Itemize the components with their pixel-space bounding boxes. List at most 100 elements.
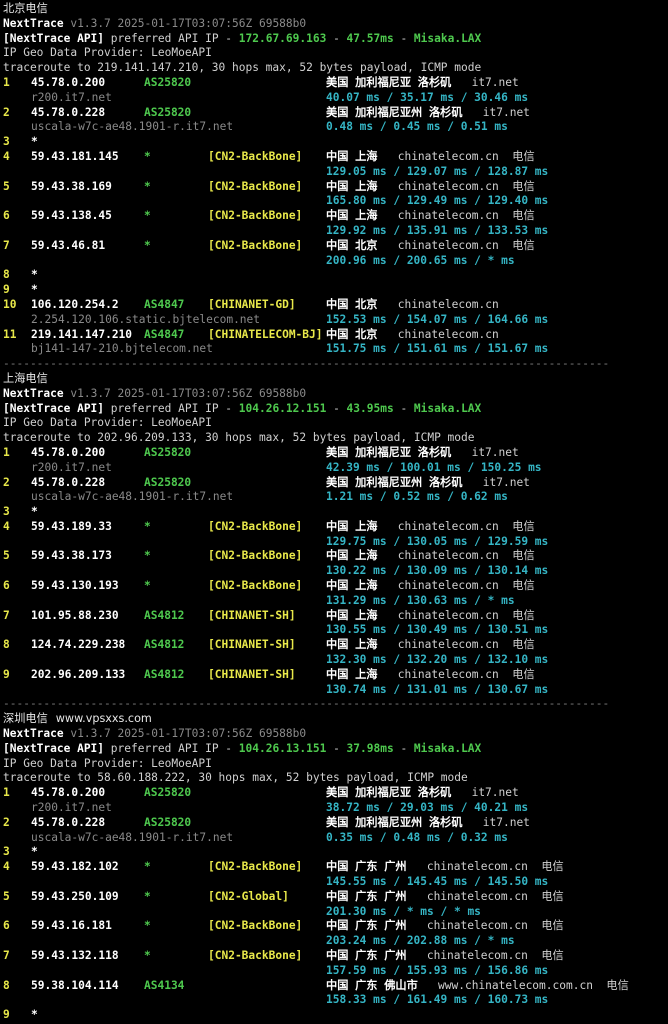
hop-number: 9	[3, 667, 10, 681]
hop-location: 中国 上海	[326, 149, 378, 163]
hop-asn: *	[144, 149, 151, 163]
hop-location: 中国 北京	[326, 327, 378, 341]
app-version: v1.3.7 2025-01-17T03:07:56Z 69588b0	[70, 727, 307, 741]
section-title: 北京电信	[3, 2, 668, 17]
hop-row: 3 *	[3, 505, 668, 520]
hop-rtt: 129.75 ms / 130.05 ms / 129.59 ms	[326, 534, 549, 548]
hop-tag: [CN2-BackBone]	[208, 860, 303, 874]
hop-detail-row: uscala-w7c-ae48.1901-r.it7.net 0.48 ms / …	[3, 120, 668, 135]
hop-ip: 59.43.38.169	[31, 179, 112, 193]
hop-detail-row: r200.it7.net 40.07 ms / 35.17 ms / 30.46 …	[3, 91, 668, 106]
hop-detail-row: 130.55 ms / 130.49 ms / 130.51 ms	[3, 623, 668, 638]
hop-rtt: 151.75 ms / 151.61 ms / 151.67 ms	[326, 342, 549, 356]
hop-location: 美国 加利福尼亚州 洛杉矶	[326, 815, 463, 829]
hop-domain: chinatelecom.cn	[426, 949, 528, 962]
hop-ip: *	[31, 135, 38, 149]
api-node: Misaka.LAX	[413, 741, 482, 755]
hop-asn: *	[144, 238, 151, 252]
hop-domain: chinatelecom.cn	[397, 519, 499, 533]
hop-carrier: 电信	[512, 149, 535, 163]
hop-location: 中国 北京	[326, 297, 378, 311]
section-title-text: 上海电信	[3, 371, 48, 385]
hop-ip: 59.43.250.109	[31, 889, 119, 903]
hop-domain: chinatelecom.cn	[397, 327, 499, 341]
hop-tag: [CHINANET-GD]	[208, 297, 296, 311]
hop-number: 7	[3, 238, 10, 252]
hop-geo: 美国 加利福尼亚 洛杉矶 it7.net	[326, 446, 519, 461]
hop-number: 3	[3, 135, 10, 149]
hop-number: 2	[3, 105, 10, 119]
api-mid: preferred API IP -	[104, 31, 239, 45]
hop-rtt: 203.24 ms / 202.88 ms / * ms	[326, 934, 515, 948]
hop-ip: 45.78.0.200	[31, 786, 106, 800]
hop-hostname	[3, 653, 326, 668]
hop-hostname	[3, 165, 326, 180]
hop-detail-row: 132.30 ms / 132.20 ms / 132.10 ms	[3, 653, 668, 668]
hop-carrier: 电信	[512, 238, 535, 252]
hop-location: 中国 上海	[326, 579, 378, 593]
hop-detail-row: 129.92 ms / 135.91 ms / 133.53 ms	[3, 224, 668, 239]
hop-domain: chinatelecom.cn	[397, 179, 499, 193]
hop-tag: [CN2-BackBone]	[208, 549, 303, 563]
trace-section: 北京电信 NextTrace v1.3.7 2025-01-17T03:07:56…	[3, 2, 668, 372]
hop-asn: AS4812	[144, 638, 185, 652]
hop-asn: *	[144, 889, 151, 903]
hop-hostname	[3, 194, 326, 209]
app-version: v1.3.7 2025-01-17T03:07:56Z 69588b0	[70, 386, 307, 400]
section-title-text: 北京电信	[3, 2, 48, 15]
hop-row: 10 106.120.254.2 AS4847 [CHINANET-GD] 中国 北京 …	[3, 298, 668, 313]
api-prefix: [NextTrace API]	[3, 401, 105, 415]
geo-provider-line: IP Geo Data Provider: LeoMoeAPI	[3, 416, 212, 430]
hop-location: 中国 广东 广州	[326, 860, 407, 874]
hop-location: 美国 加利福尼亚 洛杉矶	[326, 786, 452, 800]
hop-location: 中国 广东 广州	[326, 949, 407, 962]
hop-tag	[208, 106, 326, 121]
hop-rtt: 129.05 ms / 129.07 ms / 128.87 ms	[326, 164, 549, 178]
hop-asn: *	[144, 579, 151, 593]
hop-tag: [CHINANET-SH]	[208, 608, 296, 622]
hop-number: 2	[3, 475, 10, 489]
hop-number: 6	[3, 579, 10, 593]
hop-tag	[208, 76, 326, 91]
hop-geo: 中国 上海 chinatelecom.cn 电信	[326, 579, 535, 594]
hop-tag: [CHINANET-SH]	[208, 638, 296, 652]
api-node: Misaka.LAX	[413, 401, 482, 415]
hop-geo: 美国 加利福尼亚 洛杉矶 it7.net	[326, 786, 519, 801]
hop-asn: *	[144, 949, 151, 962]
hop-row: 4 59.43.189.33 * [CN2-BackBone] 中国 上海 chinat…	[3, 520, 668, 535]
hop-ip: 106.120.254.2	[31, 297, 119, 311]
hop-carrier: 电信	[512, 638, 535, 652]
hop-detail-row: 130.22 ms / 130.09 ms / 130.14 ms	[3, 564, 668, 579]
hop-ip: 45.78.0.228	[31, 815, 106, 829]
hop-ip: 45.78.0.228	[31, 475, 106, 489]
hop-row: 6 59.43.138.45 * [CN2-BackBone] 中国 上海 chinat…	[3, 209, 668, 224]
hop-row: 1 45.78.0.200 AS25820 美国 加利福尼亚 洛杉矶 it7.net	[3, 76, 668, 91]
hop-asn: AS25820	[144, 75, 192, 89]
hop-ip: 59.43.181.145	[31, 149, 119, 163]
hop-location: 中国 北京	[326, 238, 378, 252]
hop-asn: *	[144, 860, 151, 874]
hop-row: 9 *	[3, 1008, 668, 1023]
hop-ip: 59.43.189.33	[31, 519, 112, 533]
section-title: 上海电信	[3, 372, 668, 387]
hop-location: 中国 上海	[326, 638, 378, 652]
hop-detail-row: r200.it7.net 38.72 ms / 29.03 ms / 40.21 …	[3, 801, 668, 816]
hop-number: 6	[3, 209, 10, 223]
hop-ip: 45.78.0.200	[31, 445, 106, 459]
hop-ip: *	[31, 283, 38, 297]
hop-tag: [CN2-BackBone]	[208, 519, 303, 533]
hop-ip: 59.43.130.193	[31, 579, 119, 593]
hop-row: 9 202.96.209.133 AS4812 [CHINANET-SH] 中国 上海 …	[3, 668, 668, 683]
hop-rtt: 132.30 ms / 132.20 ms / 132.10 ms	[326, 653, 549, 667]
hop-rtt: 130.55 ms / 130.49 ms / 130.51 ms	[326, 623, 549, 637]
hop-number: 5	[3, 179, 10, 193]
hop-rtt: 131.29 ms / 130.63 ms / * ms	[326, 593, 515, 607]
hop-ip: 59.43.138.45	[31, 209, 112, 223]
hop-tag: [CN2-BackBone]	[208, 238, 303, 252]
api-mid: preferred API IP -	[104, 401, 239, 415]
hop-row: 9 *	[3, 283, 668, 298]
hop-tag: [CN2-BackBone]	[208, 179, 303, 193]
hop-location: 中国 广东 广州	[326, 889, 407, 903]
hop-domain: chinatelecom.cn	[426, 919, 528, 933]
hop-number: 3	[3, 845, 10, 859]
